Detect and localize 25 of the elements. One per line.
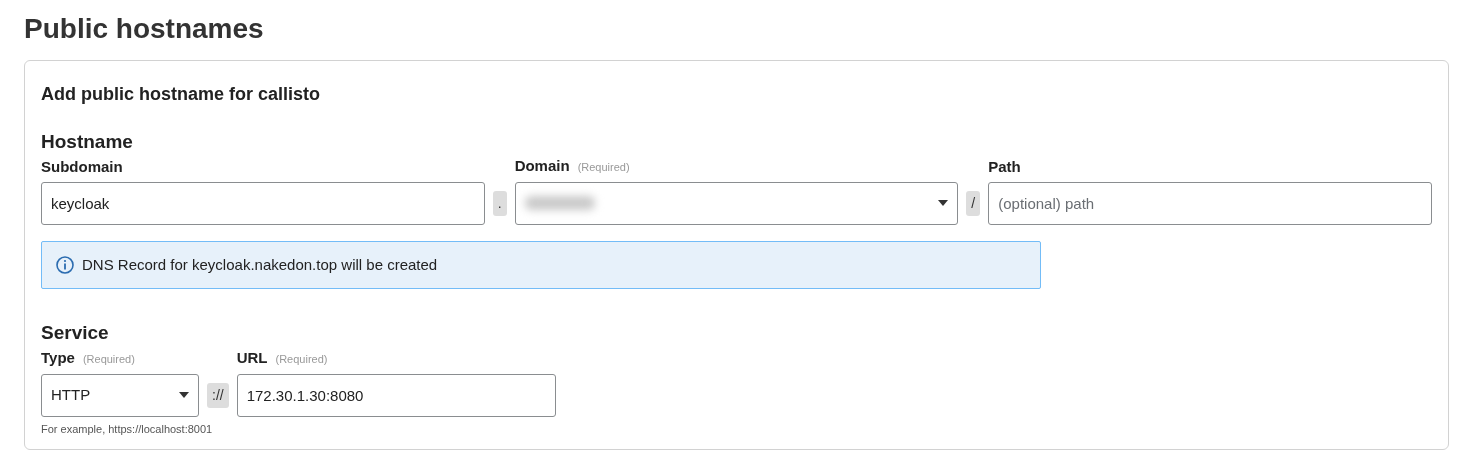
field-label: Type <box>41 350 75 367</box>
separator-label: . <box>492 191 507 216</box>
info-icon <box>56 256 74 275</box>
required-hint: (Required) <box>82 352 135 368</box>
separator-label: :// <box>207 382 229 408</box>
dropdown-field[interactable] <box>514 182 959 225</box>
field-label: Path <box>988 159 1021 176</box>
required-hint: (Required) <box>275 352 328 368</box>
card-title: Add public hostname for callisto <box>41 82 322 106</box>
required-hint: (Required) <box>577 160 630 176</box>
section-heading: Hostname <box>41 131 134 153</box>
help-text: For example, https://localhost:8001 <box>41 421 214 437</box>
section-heading: Service <box>41 323 110 345</box>
text-field[interactable]: (optional) path <box>988 182 1432 225</box>
separator-label: / <box>966 191 981 216</box>
field-label: Subdomain <box>41 159 123 176</box>
page-title: Public hostnames <box>24 12 265 46</box>
caret-icon <box>179 392 189 399</box>
text-field[interactable]: 172.30.1.30:8080 <box>236 373 556 417</box>
alert-text: DNS Record for keycloak.nakedon.top will be created <box>82 255 438 275</box>
field-label: URL <box>236 350 268 367</box>
field-label: Domain <box>514 158 570 175</box>
text-field[interactable]: keycloak <box>41 182 485 225</box>
caret-icon <box>938 200 949 207</box>
dropdown-field[interactable]: HTTP <box>41 373 199 417</box>
